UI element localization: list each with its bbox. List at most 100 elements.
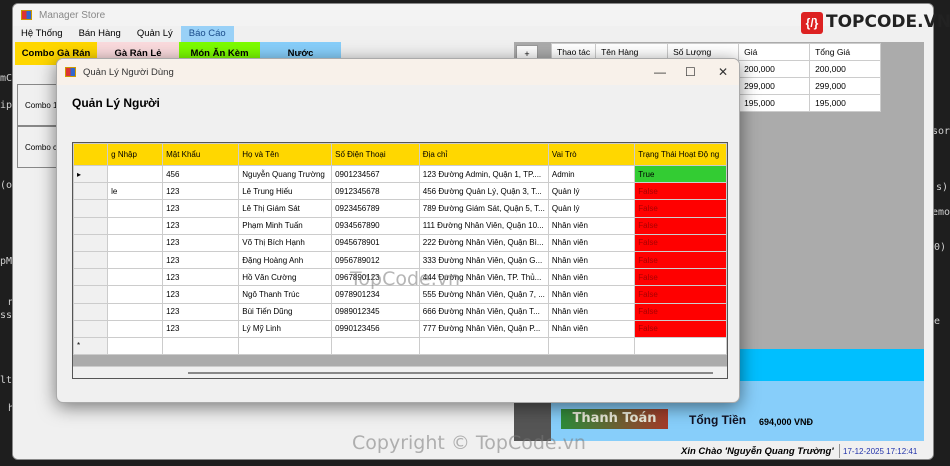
checkout-button[interactable]: Thanh Toán xyxy=(561,409,668,429)
users-cell[interactable]: Ngô Thanh Trúc xyxy=(238,285,333,304)
cart-cell[interactable]: 299,000 xyxy=(738,77,811,95)
users-cell[interactable]: Đặng Hoàng Anh xyxy=(238,250,333,270)
users-cell[interactable]: 777 Đường Nhân Viên, Quận P... xyxy=(418,319,549,338)
users-cell[interactable]: Nhân viên xyxy=(547,216,636,235)
users-row[interactable]: ▸ 456 Nguyễn Quang Trường 0901234567 123 Đườ… xyxy=(73,164,727,184)
users-cell[interactable]: Phạm Minh Tuấn xyxy=(238,216,333,235)
status-cell[interactable]: False xyxy=(634,250,727,270)
users-cell[interactable]: 222 Đường Nhân Viên, Quận Bì... xyxy=(418,233,549,252)
users-cell[interactable] xyxy=(107,319,164,338)
cart-column-header[interactable]: Giá xyxy=(738,43,811,61)
close-icon[interactable]: ✕ xyxy=(718,65,728,79)
users-row[interactable]: 123 Phạm Minh Tuấn 0934567890 111 Đường Nhâ… xyxy=(73,216,727,235)
users-cell[interactable] xyxy=(634,336,727,356)
users-row[interactable]: 123 Võ Thị Bích Hạnh 0945678901 222 Đường N… xyxy=(73,233,727,252)
status-cell[interactable]: False xyxy=(634,182,727,201)
users-cell[interactable] xyxy=(238,336,333,356)
row-header[interactable] xyxy=(73,250,109,270)
users-row[interactable]: 123 Bùi Tiến Dũng 0989012345 666 Đường Nhân… xyxy=(73,302,727,321)
users-cell[interactable]: 0990123456 xyxy=(331,319,420,338)
users-cell[interactable]: Nhân viên xyxy=(547,233,636,252)
users-cell[interactable]: Nhân viên xyxy=(547,285,636,304)
users-cell[interactable]: Lý Mỹ Linh xyxy=(238,319,333,338)
users-cell[interactable]: Lê Trung Hiếu xyxy=(238,182,333,201)
users-cell[interactable] xyxy=(162,336,240,356)
row-header[interactable]: ▸ xyxy=(73,164,109,184)
users-cell[interactable] xyxy=(107,164,164,184)
status-cell[interactable]: False xyxy=(634,285,727,304)
row-header[interactable] xyxy=(73,319,109,338)
users-row[interactable]: 123 Lê Thị Giám Sát 0923456789 789 Đường Gi… xyxy=(73,199,727,218)
users-cell[interactable]: 456 xyxy=(162,164,240,184)
users-row[interactable]: 123 Lý Mỹ Linh 0990123456 777 Đường Nhân Vi… xyxy=(73,319,727,338)
maximize-icon[interactable]: ☐ xyxy=(685,65,696,79)
status-cell[interactable]: False xyxy=(634,268,727,287)
users-cell[interactable] xyxy=(107,250,164,270)
users-cell[interactable]: Hồ Văn Cường xyxy=(238,268,333,287)
users-cell[interactable]: 0923456789 xyxy=(331,199,420,218)
users-row[interactable]: 123 Đặng Hoàng Anh 0956789012 333 Đường Nhâ… xyxy=(73,250,727,270)
users-cell[interactable]: Nguyễn Quang Trường xyxy=(238,164,333,184)
users-cell[interactable]: 456 Đường Quản Lý, Quận 3, T... xyxy=(418,182,549,201)
new-row[interactable]: * xyxy=(73,336,727,356)
users-cell[interactable]: 0989012345 xyxy=(331,302,420,321)
users-cell[interactable]: 333 Đường Nhân Viên, Quận G... xyxy=(418,250,549,270)
users-cell[interactable]: 123 xyxy=(162,199,240,218)
users-column-header[interactable]: Trạng Thái Hoạt Độ ng xyxy=(634,143,727,166)
menu-he-thong[interactable]: Hệ Thống xyxy=(13,26,71,42)
cart-cell[interactable]: 200,000 xyxy=(738,60,811,78)
users-cell[interactable]: 0934567890 xyxy=(331,216,420,235)
cart-cell[interactable]: 195,000 xyxy=(809,94,882,112)
users-cell[interactable] xyxy=(107,233,164,252)
row-header[interactable] xyxy=(73,199,109,218)
users-column-header[interactable]: Số Điện Thoại xyxy=(331,143,420,166)
minimize-icon[interactable]: — xyxy=(654,65,666,79)
users-cell[interactable]: 0912345678 xyxy=(331,182,420,201)
menu-ban-hang[interactable]: Bán Hàng xyxy=(71,26,129,42)
users-cell[interactable]: Nhân viên xyxy=(547,268,636,287)
users-cell[interactable]: 111 Đường Nhân Viên, Quận 10... xyxy=(418,216,549,235)
users-cell[interactable]: 0945678901 xyxy=(331,233,420,252)
users-column-header[interactable]: Vai Trò xyxy=(547,143,636,166)
status-cell[interactable]: False xyxy=(634,319,727,338)
users-cell[interactable] xyxy=(107,268,164,287)
users-cell[interactable] xyxy=(107,302,164,321)
product-card[interactable]: Combo 1 xyxy=(17,84,59,126)
users-cell[interactable]: Nhân viên xyxy=(547,319,636,338)
users-cell[interactable]: 123 Đường Admin, Quận 1, TP.... xyxy=(418,164,549,184)
users-cell[interactable]: Quản lý xyxy=(547,182,636,201)
row-header[interactable] xyxy=(73,233,109,252)
status-cell[interactable]: False xyxy=(634,302,727,321)
product-card[interactable]: Combo co xyxy=(17,126,59,168)
horizontal-scrollbar[interactable] xyxy=(73,366,727,378)
menu-bao-cao[interactable]: Báo Cáo xyxy=(180,26,234,42)
cart-cell[interactable]: 200,000 xyxy=(809,60,882,78)
users-cell[interactable] xyxy=(418,336,549,356)
users-column-header[interactable]: Địa chỉ xyxy=(418,143,549,166)
status-cell[interactable]: False xyxy=(634,199,727,218)
menu-quan-ly[interactable]: Quản Lý xyxy=(129,26,181,42)
users-cell[interactable]: 789 Đường Giám Sát, Quận 5, T... xyxy=(418,199,549,218)
cart-cell[interactable]: 299,000 xyxy=(809,77,882,95)
cart-cell[interactable]: 195,000 xyxy=(738,94,811,112)
users-cell[interactable]: 0901234567 xyxy=(331,164,420,184)
users-cell[interactable]: 123 xyxy=(162,285,240,304)
users-cell[interactable]: Lê Thị Giám Sát xyxy=(238,199,333,218)
users-column-header[interactable]: g Nhập xyxy=(107,143,164,166)
users-cell[interactable]: 0956789012 xyxy=(331,250,420,270)
users-cell[interactable]: 123 xyxy=(162,216,240,235)
row-header[interactable] xyxy=(73,268,109,287)
users-cell[interactable]: Admin xyxy=(547,164,636,184)
status-cell[interactable]: False xyxy=(634,216,727,235)
users-cell[interactable]: 123 xyxy=(162,182,240,201)
users-cell[interactable]: 123 xyxy=(162,302,240,321)
row-header[interactable] xyxy=(73,216,109,235)
users-cell[interactable] xyxy=(547,336,636,356)
users-cell[interactable]: 123 xyxy=(162,233,240,252)
users-cell[interactable]: Nhân viên xyxy=(547,250,636,270)
users-row[interactable]: le 123 Lê Trung Hiếu 0912345678 456 Đường Qu… xyxy=(73,182,727,201)
cart-column-header[interactable]: Tổng Giá xyxy=(809,43,882,61)
status-cell[interactable]: False xyxy=(634,233,727,252)
users-cell[interactable]: le xyxy=(107,182,164,201)
users-cell[interactable]: Võ Thị Bích Hạnh xyxy=(238,233,333,252)
